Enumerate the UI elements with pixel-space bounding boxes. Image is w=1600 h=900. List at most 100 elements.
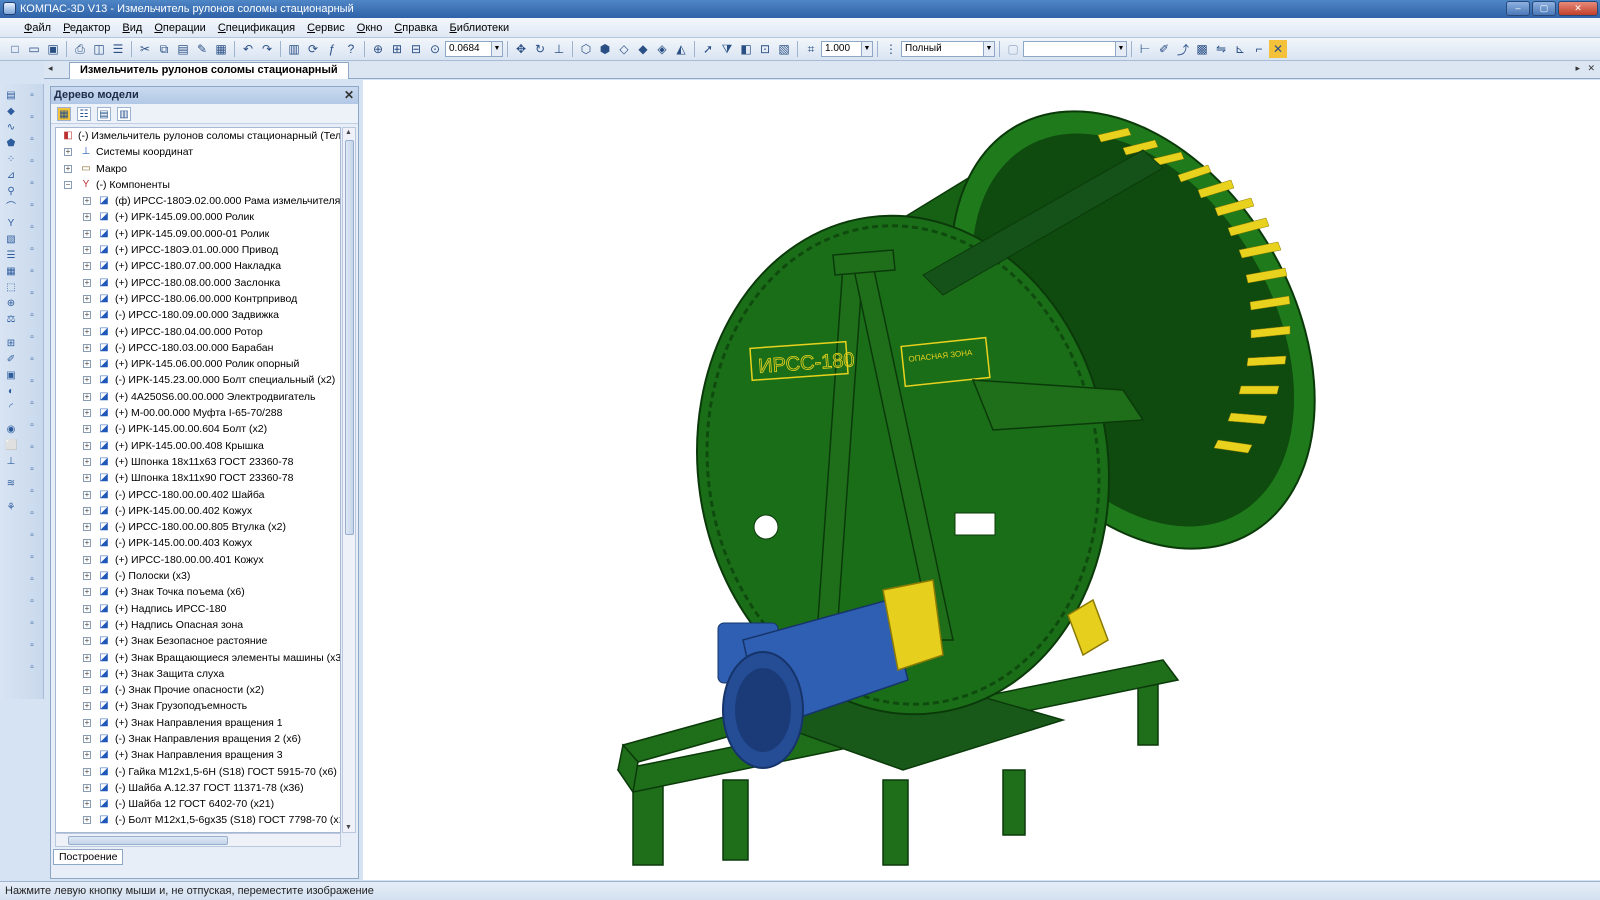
sub-tool-icon[interactable]: ▫ — [26, 332, 38, 344]
tree-horizontal-scrollbar[interactable] — [55, 833, 341, 847]
tree-settings-icon[interactable]: ▥ — [117, 106, 131, 121]
expand-icon[interactable]: + — [83, 246, 91, 255]
tree-component-row[interactable]: + ◪ (+) Знак Безопасное растояние — [56, 633, 340, 649]
empty-combo[interactable]: ▼ — [1023, 41, 1127, 57]
chevron-down-icon[interactable]: ▼ — [491, 42, 502, 56]
sub-tool-icon[interactable]: ▫ — [26, 618, 38, 630]
tree-component-row[interactable]: + ◪ (+) ИРСС-180.07.00.000 Накладка — [56, 258, 340, 274]
expand-icon[interactable]: + — [83, 327, 91, 336]
menu-window[interactable]: Окно — [351, 18, 389, 37]
link-icon[interactable]: ⤴ — [1174, 40, 1192, 58]
perspective-icon[interactable]: ◭ — [672, 40, 690, 58]
tab-scroll-left-icon[interactable]: ◂ — [48, 63, 53, 74]
expand-icon[interactable]: + — [83, 604, 91, 613]
notation-icon[interactable]: ▧ — [5, 234, 17, 246]
tree-component-row[interactable]: + ◪ (+) ИРК-145.09.00.000 Ролик — [56, 209, 340, 225]
menu-libraries[interactable]: Библиотеки — [444, 18, 516, 37]
sub-tool-icon[interactable]: ▫ — [26, 90, 38, 102]
tree-component-row[interactable]: + ◪ (+) ИРСС-180.00.00.401 Кожух — [56, 552, 340, 568]
rebuild-icon[interactable]: ⟳ — [304, 40, 322, 58]
tree-component-row[interactable]: + ◪ (-) ИРК-145.00.00.402 Кожух — [56, 503, 340, 519]
display-mode-combo[interactable]: Полный ▼ — [901, 41, 995, 57]
tree-component-row[interactable]: + ◪ (-) Знак Прочие опасности (x2) — [56, 682, 340, 698]
expand-icon[interactable]: + — [83, 457, 91, 466]
expand-icon[interactable]: + — [83, 197, 91, 206]
sub-tool-icon[interactable]: ▫ — [26, 464, 38, 476]
tree-component-row[interactable]: + ◪ (+) ИРСС-180.04.00.000 Ротор — [56, 324, 340, 340]
fillet-icon[interactable]: ◜ — [5, 402, 17, 414]
expand-icon[interactable]: + — [83, 229, 91, 238]
sub-tool-icon[interactable]: ▫ — [26, 112, 38, 124]
curves-icon[interactable]: ∿ — [5, 122, 17, 134]
scrollbar-thumb[interactable] — [68, 836, 228, 845]
zoom-scale-combo[interactable]: 0.0684 ▼ — [445, 41, 503, 57]
properties-icon[interactable]: ▦ — [212, 40, 230, 58]
shaded-edges-icon[interactable]: ◈ — [653, 40, 671, 58]
expand-icon[interactable]: + — [83, 213, 91, 222]
print-icon[interactable]: ⎙ — [71, 40, 89, 58]
expand-icon[interactable]: + — [83, 718, 91, 727]
sub-tool-icon[interactable]: ▫ — [26, 530, 38, 542]
expand-icon[interactable]: + — [83, 343, 91, 352]
aux-geometry-icon[interactable]: ⊿ — [5, 170, 17, 182]
sub-tool-icon[interactable]: ▫ — [26, 288, 38, 300]
zoom-out-icon[interactable]: ⊟ — [407, 40, 425, 58]
edit-icon[interactable]: ✐ — [1155, 40, 1173, 58]
tree-vertical-scrollbar[interactable]: ▲ ▼ — [342, 127, 356, 833]
expand-icon[interactable]: + — [83, 506, 91, 515]
new-document-icon[interactable]: □ — [6, 40, 24, 58]
tree-component-row[interactable]: + ◪ (-) Шайба А.12.37 ГОСТ 11371-78 (x36) — [56, 780, 340, 796]
expand-icon[interactable]: + — [83, 816, 91, 825]
sub-tool-icon[interactable]: ▫ — [26, 222, 38, 234]
expand-icon[interactable]: + — [83, 294, 91, 303]
expand-icon[interactable]: + — [83, 441, 91, 450]
tree-component-row[interactable]: + ◪ (+) Шпонка 18x11x90 ГОСТ 23360-78 — [56, 470, 340, 486]
specification-panel-icon[interactable]: ☰ — [5, 250, 17, 262]
expand-icon[interactable]: + — [83, 474, 91, 483]
expand-icon[interactable]: + — [83, 751, 91, 760]
section-icon[interactable]: ◧ — [737, 40, 755, 58]
thin-lines-icon[interactable]: ◇ — [615, 40, 633, 58]
close-button[interactable]: ✕ — [1558, 1, 1598, 16]
tree-component-row[interactable]: + ◪ (+) ИРК-145.06.00.000 Ролик опорный — [56, 356, 340, 372]
tree-component-row[interactable]: + ◪ (+) М-00.00.000 Муфта I-65-70/288 — [56, 405, 340, 421]
diagnostics-icon[interactable]: ⚲ — [5, 186, 17, 198]
menu-service[interactable]: Сервис — [301, 18, 351, 37]
hole-icon[interactable]: ◉ — [5, 424, 17, 436]
copy-icon[interactable]: ⧉ — [155, 40, 173, 58]
tree-node-coordinate-systems[interactable]: + ⊥ Системы координат — [56, 144, 340, 160]
menu-view[interactable]: Вид — [116, 18, 148, 37]
expand-icon[interactable]: + — [83, 620, 91, 629]
library-icon[interactable]: ⊞ — [5, 338, 17, 350]
mirror-icon[interactable]: ⇋ — [1212, 40, 1230, 58]
tree-component-row[interactable]: + ◪ (+) ИРК-145.09.00.000-01 Ролик — [56, 226, 340, 242]
scroll-down-icon[interactable]: ▼ — [345, 824, 352, 831]
open-folder-icon[interactable]: ▭ — [25, 40, 43, 58]
paste-icon[interactable]: ▤ — [174, 40, 192, 58]
minimize-button[interactable]: – — [1506, 1, 1530, 16]
expand-icon[interactable]: + — [83, 686, 91, 695]
expand-icon[interactable]: + — [83, 783, 91, 792]
expand-icon[interactable]: + — [64, 148, 72, 157]
pattern-icon[interactable]: ▩ — [1193, 40, 1211, 58]
tree-node-macro[interactable]: + ▭ Макро — [56, 161, 340, 177]
expand-icon[interactable]: + — [83, 278, 91, 287]
tree-component-row[interactable]: + ◪ (+) 4А250S6.00.00.000 Электродвигатель — [56, 389, 340, 405]
library-manager-icon[interactable]: ✕ — [1269, 40, 1287, 58]
sub-tool-icon[interactable]: ▫ — [26, 310, 38, 322]
format-brush-icon[interactable]: ✎ — [193, 40, 211, 58]
measure-icon[interactable]: ⊢ — [1136, 40, 1154, 58]
expand-icon[interactable]: + — [83, 262, 91, 271]
tab-close-icon[interactable]: ✕ — [1587, 63, 1595, 74]
sub-tool-icon[interactable]: ▫ — [26, 442, 38, 454]
sub-tool-icon[interactable]: ▫ — [26, 486, 38, 498]
sketch-icon[interactable]: ✐ — [5, 354, 17, 366]
expand-icon[interactable]: + — [83, 539, 91, 548]
expand-icon[interactable]: + — [83, 767, 91, 776]
sub-tool-icon[interactable]: ▫ — [26, 508, 38, 520]
step-combo[interactable]: 1.000 ▼ — [821, 41, 873, 57]
zoom-all-icon[interactable]: ⊙ — [426, 40, 444, 58]
measure-panel-icon[interactable]: ⚖ — [5, 314, 17, 326]
tree-component-row[interactable]: + ◪ (+) ИРСС-180Э.01.00.000 Привод — [56, 242, 340, 258]
tree-component-row[interactable]: + ◪ (-) ИРК-145.23.00.000 Болт специальный… — [56, 372, 340, 388]
